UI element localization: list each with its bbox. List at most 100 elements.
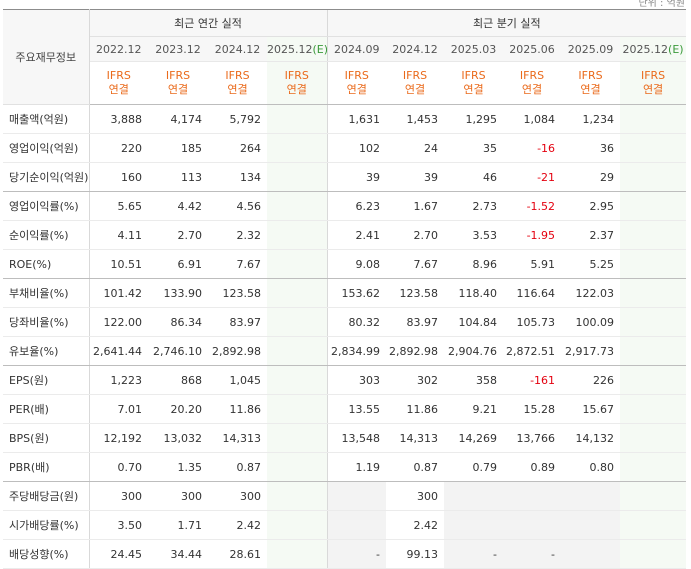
estimate-mark: (E) bbox=[668, 42, 684, 56]
value-cell: 36 bbox=[561, 133, 621, 163]
row-label: 영업이익(억원) bbox=[3, 133, 90, 163]
ifrs-consolidated: 연결 bbox=[580, 83, 601, 96]
value-cell: 185 bbox=[148, 133, 208, 163]
value-cell: 300 bbox=[208, 481, 267, 511]
value-cell bbox=[326, 510, 387, 540]
value-cell: 300 bbox=[386, 481, 445, 511]
value-cell: 2.70 bbox=[148, 220, 208, 250]
row-label: 유보율(%) bbox=[3, 336, 90, 366]
value-cell: -161 bbox=[503, 365, 562, 395]
value-cell bbox=[620, 278, 687, 308]
ifrs-consolidated: 연결 bbox=[167, 83, 189, 96]
ifrs-label: IFRS 연결 bbox=[561, 61, 621, 105]
ifrs-consolidated: 연결 bbox=[346, 83, 367, 96]
value-cell: 2,641.44 bbox=[89, 336, 148, 366]
value-cell: 116.64 bbox=[503, 278, 562, 308]
financial-summary-table: 주요재무정보 최근 연간 실적 최근 분기 실적 2022.12 2023.12 2… bbox=[3, 9, 687, 569]
period-header: 2025.06 bbox=[503, 36, 562, 62]
value-cell: 102 bbox=[326, 133, 387, 163]
value-cell: 3,888 bbox=[89, 104, 148, 134]
value-cell: 1,223 bbox=[89, 365, 148, 395]
value-cell bbox=[267, 278, 328, 308]
value-cell: 100.09 bbox=[561, 307, 621, 337]
value-cell bbox=[444, 510, 504, 540]
value-cell: 0.87 bbox=[208, 452, 267, 482]
table-row: ROE(%) 10.51 6.91 7.67 9.08 7.67 8.96 5.91 5.25 bbox=[3, 249, 687, 279]
row-label: EPS(원) bbox=[3, 365, 90, 395]
value-cell: 28.61 bbox=[208, 539, 267, 569]
value-cell bbox=[267, 336, 328, 366]
value-cell bbox=[620, 510, 687, 540]
row-label: 주당배당금(원) bbox=[3, 481, 90, 511]
ifrs-label: IFRS 연결 bbox=[267, 61, 328, 105]
ifrs-label: IFRS 연결 bbox=[148, 61, 208, 105]
table-row: EPS(원) 1,223 868 1,045 303 302 358 -161 226 bbox=[3, 365, 687, 395]
ifrs-basis: IFRS bbox=[640, 69, 666, 82]
value-cell: -1.52 bbox=[503, 191, 562, 221]
table-row: 주당배당금(원) 300 300 300 300 bbox=[3, 481, 687, 511]
value-cell: -1.95 bbox=[503, 220, 562, 250]
ifrs-consolidated: 연결 bbox=[108, 83, 129, 96]
row-label: 당기순이익(억원) bbox=[3, 162, 90, 192]
period-header: 2025.09 bbox=[561, 36, 621, 62]
value-cell bbox=[267, 249, 328, 279]
value-cell: 35 bbox=[444, 133, 504, 163]
value-cell: 1,631 bbox=[326, 104, 387, 134]
period-label: 2025.12 bbox=[622, 42, 669, 56]
ifrs-consolidated: 연결 bbox=[404, 83, 426, 96]
value-cell: - bbox=[503, 539, 562, 569]
value-cell: 29 bbox=[561, 162, 621, 192]
value-cell: 99.13 bbox=[386, 539, 445, 569]
unit-note: 단위 : 억원 bbox=[638, 0, 685, 9]
value-cell: 86.34 bbox=[148, 307, 208, 337]
period-label: 2024.09 bbox=[334, 42, 380, 56]
row-label: ROE(%) bbox=[3, 249, 90, 279]
value-cell: 4.11 bbox=[89, 220, 148, 250]
ifrs-basis: IFRS bbox=[106, 69, 131, 82]
value-cell: 264 bbox=[208, 133, 267, 163]
value-cell bbox=[620, 423, 687, 453]
value-cell: 1,045 bbox=[208, 365, 267, 395]
value-cell: 1,234 bbox=[561, 104, 621, 134]
value-cell: 160 bbox=[89, 162, 148, 192]
value-cell: 13,032 bbox=[148, 423, 208, 453]
row-label: 당좌비율(%) bbox=[3, 307, 90, 337]
value-cell: 9.21 bbox=[444, 394, 504, 424]
value-cell bbox=[267, 307, 328, 337]
value-cell: 4.42 bbox=[148, 191, 208, 221]
value-cell: 868 bbox=[148, 365, 208, 395]
value-cell: 39 bbox=[326, 162, 387, 192]
value-cell bbox=[503, 510, 562, 540]
value-cell: 7.67 bbox=[208, 249, 267, 279]
value-cell: 14,313 bbox=[386, 423, 445, 453]
table-row: 부채비율(%) 101.42 133.90 123.58 153.62 123.58 118… bbox=[3, 278, 687, 308]
ifrs-label: IFRS 연결 bbox=[326, 61, 387, 105]
value-cell: 2,892.98 bbox=[386, 336, 445, 366]
value-cell: 1.19 bbox=[326, 452, 387, 482]
value-cell bbox=[267, 191, 328, 221]
period-header: 2024.09 bbox=[326, 36, 387, 62]
value-cell bbox=[444, 481, 504, 511]
period-header: 2025.03 bbox=[444, 36, 504, 62]
value-cell bbox=[620, 220, 687, 250]
period-header: 2024.12 bbox=[208, 36, 267, 62]
row-header-cell: 주요재무정보 bbox=[3, 9, 90, 105]
value-cell: 118.40 bbox=[444, 278, 504, 308]
value-cell: 4.56 bbox=[208, 191, 267, 221]
ifrs-basis: IFRS bbox=[519, 69, 545, 82]
table-row: 당좌비율(%) 122.00 86.34 83.97 80.32 83.97 104.84 1… bbox=[3, 307, 687, 337]
value-cell: - bbox=[444, 539, 504, 569]
value-cell: 2.70 bbox=[386, 220, 445, 250]
period-header: 2025.12(E) bbox=[620, 36, 687, 62]
value-cell bbox=[620, 162, 687, 192]
value-cell: 2.42 bbox=[386, 510, 445, 540]
row-label: 배당성향(%) bbox=[3, 539, 90, 569]
value-cell: 11.86 bbox=[208, 394, 267, 424]
value-cell: 2,834.99 bbox=[326, 336, 387, 366]
value-cell: 7.67 bbox=[386, 249, 445, 279]
row-label: 부채비율(%) bbox=[3, 278, 90, 308]
value-cell: 1,084 bbox=[503, 104, 562, 134]
value-cell: 153.62 bbox=[326, 278, 387, 308]
row-label: 영업이익률(%) bbox=[3, 191, 90, 221]
value-cell: 2,917.73 bbox=[561, 336, 621, 366]
